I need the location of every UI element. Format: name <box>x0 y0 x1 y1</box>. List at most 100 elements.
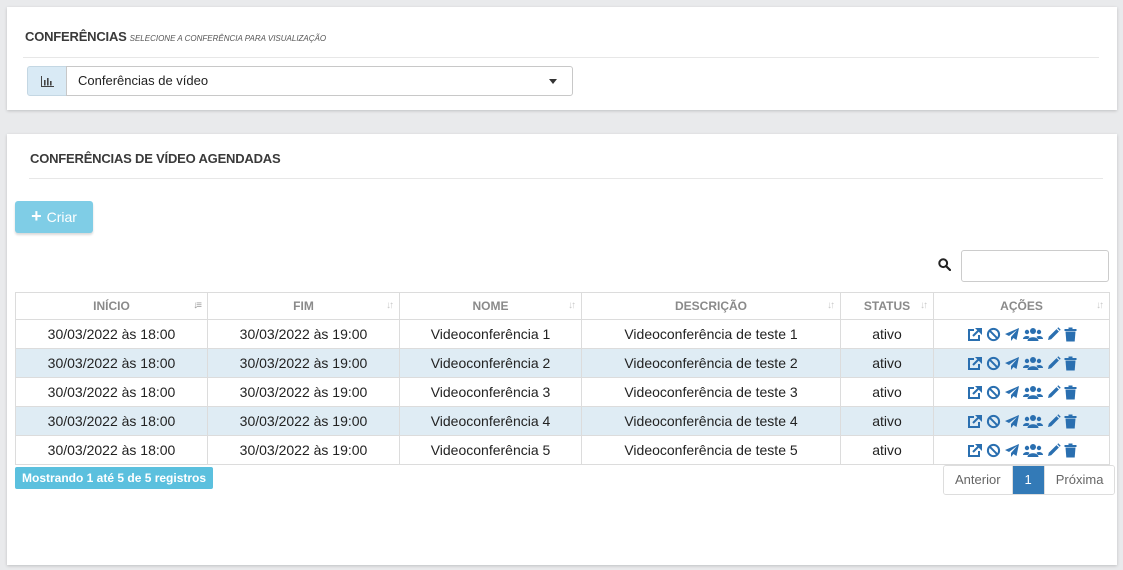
cell-fim: 30/03/2022 às 19:00 <box>207 377 400 407</box>
cell-status: ativo <box>840 348 934 378</box>
divider <box>29 178 1103 179</box>
sort-icon: ↓↑ <box>568 300 576 311</box>
search-icon <box>938 258 952 276</box>
trash-icon[interactable] <box>1064 443 1077 458</box>
row-actions <box>934 384 1109 400</box>
users-icon[interactable] <box>1022 414 1043 429</box>
external-link-icon[interactable] <box>967 327 983 342</box>
users-icon[interactable] <box>1022 327 1043 342</box>
sort-icon: ↓↑ <box>920 300 928 311</box>
cell-status: ativo <box>840 319 934 349</box>
scheduled-conferences-panel: CONFERÊNCIAS DE VÍDEO AGENDADAS + Criar … <box>7 134 1117 565</box>
send-icon[interactable] <box>1004 443 1020 458</box>
conference-type-select[interactable]: Conferências de vídeo <box>27 66 573 96</box>
cell-acoes <box>933 435 1110 465</box>
table-header-row: INÍCIO ↓≡ FIM ↓↑ NOME ↓↑ DESCRIÇÃO ↓↑ STATUS… <box>15 292 1110 320</box>
cell-inicio: 30/03/2022 às 18:00 <box>15 377 208 407</box>
pagination-next[interactable]: Próxima <box>1043 466 1115 494</box>
users-icon[interactable] <box>1022 443 1043 458</box>
cell-descricao: Videoconferência de teste 3 <box>581 377 841 407</box>
search-input[interactable] <box>961 250 1109 282</box>
cell-acoes <box>933 377 1110 407</box>
users-icon[interactable] <box>1022 385 1043 400</box>
send-icon[interactable] <box>1004 356 1020 371</box>
cell-nome: Videoconferência 4 <box>399 406 582 436</box>
column-header-descricao[interactable]: DESCRIÇÃO ↓↑ <box>581 292 841 320</box>
create-button[interactable]: + Criar <box>15 201 93 233</box>
ban-icon[interactable] <box>986 356 1001 371</box>
cell-status: ativo <box>840 435 934 465</box>
panel-subtitle: SELECIONE A CONFERÊNCIA PARA VISUALIZAÇÃ… <box>129 34 327 43</box>
pagination-page[interactable]: 1 <box>1011 466 1044 494</box>
trash-icon[interactable] <box>1064 385 1077 400</box>
pencil-icon[interactable] <box>1046 413 1061 429</box>
external-link-icon[interactable] <box>967 414 983 429</box>
column-label: FIM <box>293 299 314 313</box>
select-value[interactable]: Conferências de vídeo <box>66 66 573 96</box>
send-icon[interactable] <box>1004 327 1020 342</box>
cell-inicio: 30/03/2022 às 18:00 <box>15 435 208 465</box>
row-actions <box>934 355 1109 371</box>
cell-descricao: Videoconferência de teste 1 <box>581 319 841 349</box>
cell-acoes <box>933 348 1110 378</box>
create-button-label: Criar <box>46 209 77 225</box>
cell-descricao: Videoconferência de teste 4 <box>581 406 841 436</box>
row-actions <box>934 413 1109 429</box>
cell-inicio: 30/03/2022 às 18:00 <box>15 348 208 378</box>
column-header-inicio[interactable]: INÍCIO ↓≡ <box>15 292 208 320</box>
row-actions <box>934 326 1109 342</box>
cell-inicio: 30/03/2022 às 18:00 <box>15 319 208 349</box>
panel-title-text: CONFERÊNCIAS <box>25 29 127 44</box>
panel-title: CONFERÊNCIAS DE VÍDEO AGENDADAS <box>30 151 281 166</box>
cell-status: ativo <box>840 377 934 407</box>
pencil-icon[interactable] <box>1046 326 1061 342</box>
cell-inicio: 30/03/2022 às 18:00 <box>15 406 208 436</box>
sort-icon: ↓↑ <box>386 300 394 311</box>
send-icon[interactable] <box>1004 414 1020 429</box>
trash-icon[interactable] <box>1064 414 1077 429</box>
bar-chart-icon <box>27 66 67 96</box>
chevron-down-icon <box>549 79 557 84</box>
table-row: 30/03/2022 às 18:00 30/03/2022 às 19:00 Vi… <box>15 319 1110 349</box>
cell-nome: Videoconferência 5 <box>399 435 582 465</box>
external-link-icon[interactable] <box>967 443 983 458</box>
cell-nome: Videoconferência 3 <box>399 377 582 407</box>
pagination: Anterior 1 Próxima <box>943 465 1116 495</box>
column-header-fim[interactable]: FIM ↓↑ <box>207 292 400 320</box>
ban-icon[interactable] <box>986 385 1001 400</box>
cell-fim: 30/03/2022 às 19:00 <box>207 435 400 465</box>
ban-icon[interactable] <box>986 414 1001 429</box>
pencil-icon[interactable] <box>1046 384 1061 400</box>
table-row: 30/03/2022 às 18:00 30/03/2022 às 19:00 Vi… <box>15 406 1110 436</box>
pagination-previous[interactable]: Anterior <box>944 466 1012 494</box>
ban-icon[interactable] <box>986 327 1001 342</box>
column-header-status[interactable]: STATUS ↓↑ <box>840 292 934 320</box>
external-link-icon[interactable] <box>967 356 983 371</box>
cell-acoes <box>933 319 1110 349</box>
panel-title: CONFERÊNCIAS SELECIONE A CONFERÊNCIA PARA… <box>25 29 326 44</box>
column-header-nome[interactable]: NOME ↓↑ <box>399 292 582 320</box>
pencil-icon[interactable] <box>1046 355 1061 371</box>
cell-fim: 30/03/2022 às 19:00 <box>207 348 400 378</box>
cell-descricao: Videoconferência de teste 5 <box>581 435 841 465</box>
column-label: DESCRIÇÃO <box>674 299 747 313</box>
trash-icon[interactable] <box>1064 356 1077 371</box>
external-link-icon[interactable] <box>967 385 983 400</box>
cell-fim: 30/03/2022 às 19:00 <box>207 319 400 349</box>
column-header-acoes[interactable]: AÇÕES ↓↑ <box>933 292 1110 320</box>
cell-acoes <box>933 406 1110 436</box>
ban-icon[interactable] <box>986 443 1001 458</box>
cell-nome: Videoconferência 2 <box>399 348 582 378</box>
table-row: 30/03/2022 às 18:00 30/03/2022 às 19:00 Vi… <box>15 348 1110 378</box>
conference-selector-panel: CONFERÊNCIAS SELECIONE A CONFERÊNCIA PARA… <box>7 7 1117 110</box>
cell-descricao: Videoconferência de teste 2 <box>581 348 841 378</box>
column-label: AÇÕES <box>1000 299 1043 313</box>
cell-nome: Videoconferência 1 <box>399 319 582 349</box>
pencil-icon[interactable] <box>1046 442 1061 458</box>
divider <box>23 57 1099 58</box>
sort-asc-icon: ↓≡ <box>193 300 202 311</box>
trash-icon[interactable] <box>1064 327 1077 342</box>
send-icon[interactable] <box>1004 385 1020 400</box>
users-icon[interactable] <box>1022 356 1043 371</box>
column-label: INÍCIO <box>93 299 130 313</box>
